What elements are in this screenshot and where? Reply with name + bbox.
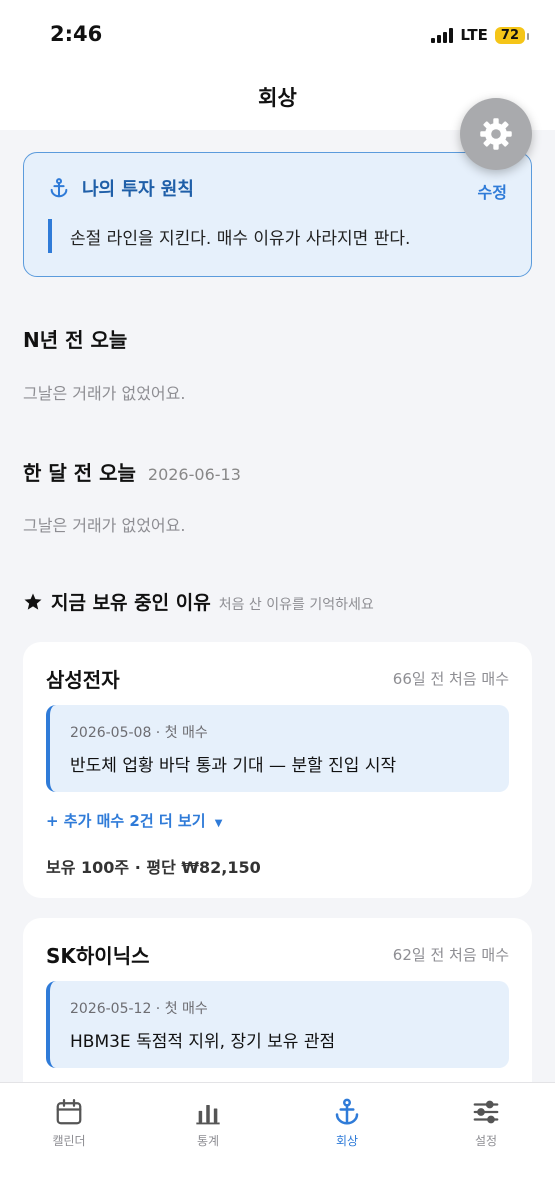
principle-text: 손절 라인을 지킨다. 매수 이유가 사라지면 판다. <box>48 219 410 253</box>
battery-icon: 72 <box>494 26 530 44</box>
years-ago-title: N년 전 오늘 <box>23 328 128 352</box>
stock-card[interactable]: 삼성전자 66일 전 처음 매수 2026-05-08 · 첫 매수 반도체 업… <box>23 642 532 898</box>
stock-name: SK하이닉스 <box>46 944 150 968</box>
calendar-icon <box>56 1099 82 1125</box>
holding-reasons-title: 지금 보유 중인 이유 <box>51 592 211 614</box>
years-ago-empty: 그날은 거래가 없었어요. <box>23 384 186 403</box>
tab-label: 회상 <box>335 1134 359 1148</box>
holding-reasons-subtitle: 처음 산 이유를 기억하세요 <box>218 597 374 613</box>
anchor-icon <box>335 1098 359 1125</box>
investment-principle-card: 나의 투자 원칙 수정 손절 라인을 지킨다. 매수 이유가 사라지면 판다. <box>23 152 532 277</box>
trade-entry: 2026-05-08 · 첫 매수 반도체 업황 바닥 통과 기대 — 분할 진… <box>46 705 509 792</box>
stock-first-buy: 66일 전 처음 매수 <box>392 670 509 688</box>
trade-reason: 반도체 업황 바닥 통과 기대 — 분할 진입 시작 <box>70 756 397 776</box>
trade-meta: 2026-05-12 · 첫 매수 <box>70 1001 208 1017</box>
settings-fab[interactable] <box>460 98 532 170</box>
month-ago-date: 2026-06-13 <box>147 465 241 484</box>
bar-chart-icon <box>196 1105 220 1125</box>
trade-meta: 2026-05-08 · 첫 매수 <box>70 725 208 741</box>
tab-settings[interactable]: 설정 <box>436 1097 536 1149</box>
tab-bar: 캘린더 통계 회상 설정 <box>0 1082 555 1200</box>
month-ago-empty: 그날은 거래가 없었어요. <box>23 516 186 535</box>
tab-label: 캘린더 <box>52 1134 86 1148</box>
show-more-buys-button[interactable]: + 추가 매수 2건 더 보기 ▼ <box>46 810 222 831</box>
holding-reasons-header: 지금 보유 중인 이유 처음 산 이유를 기억하세요 <box>23 588 374 615</box>
holding-summary: 보유 100주 · 평단 ₩82,150 <box>46 858 261 877</box>
stock-name: 삼성전자 <box>46 668 120 692</box>
star-icon <box>24 593 42 610</box>
status-bar: 2:46 LTE 72 <box>0 0 555 70</box>
stock-first-buy: 62일 전 처음 매수 <box>392 946 509 964</box>
principle-header: 나의 투자 원칙 <box>48 175 194 201</box>
status-time: 2:46 <box>50 22 103 46</box>
gear-icon <box>480 118 512 150</box>
tab-stats[interactable]: 통계 <box>158 1097 258 1149</box>
tab-label: 설정 <box>474 1134 498 1148</box>
tab-recall[interactable]: 회상 <box>297 1097 397 1149</box>
trade-entry: 2026-05-12 · 첫 매수 HBM3E 독점적 지위, 장기 보유 관점 <box>46 981 509 1068</box>
trade-reason: HBM3E 독점적 지위, 장기 보유 관점 <box>70 1032 336 1052</box>
edit-principle-button[interactable]: 수정 <box>478 179 507 203</box>
tab-calendar[interactable]: 캘린더 <box>19 1097 119 1149</box>
month-ago-title: 한 달 전 오늘 2026-06-13 <box>23 457 241 486</box>
signal-icon <box>431 27 454 43</box>
anchor-icon <box>50 178 68 198</box>
caret-down-icon: ▼ <box>214 818 223 829</box>
sliders-icon <box>473 1100 499 1124</box>
tab-label: 통계 <box>196 1134 220 1148</box>
status-indicators: LTE 72 <box>431 24 530 46</box>
principle-title: 나의 투자 원칙 <box>82 179 194 200</box>
show-more-label: + 추가 매수 2건 더 보기 <box>46 812 206 830</box>
network-type: LTE <box>460 26 488 44</box>
month-ago-title-text: 한 달 전 오늘 <box>23 461 136 485</box>
